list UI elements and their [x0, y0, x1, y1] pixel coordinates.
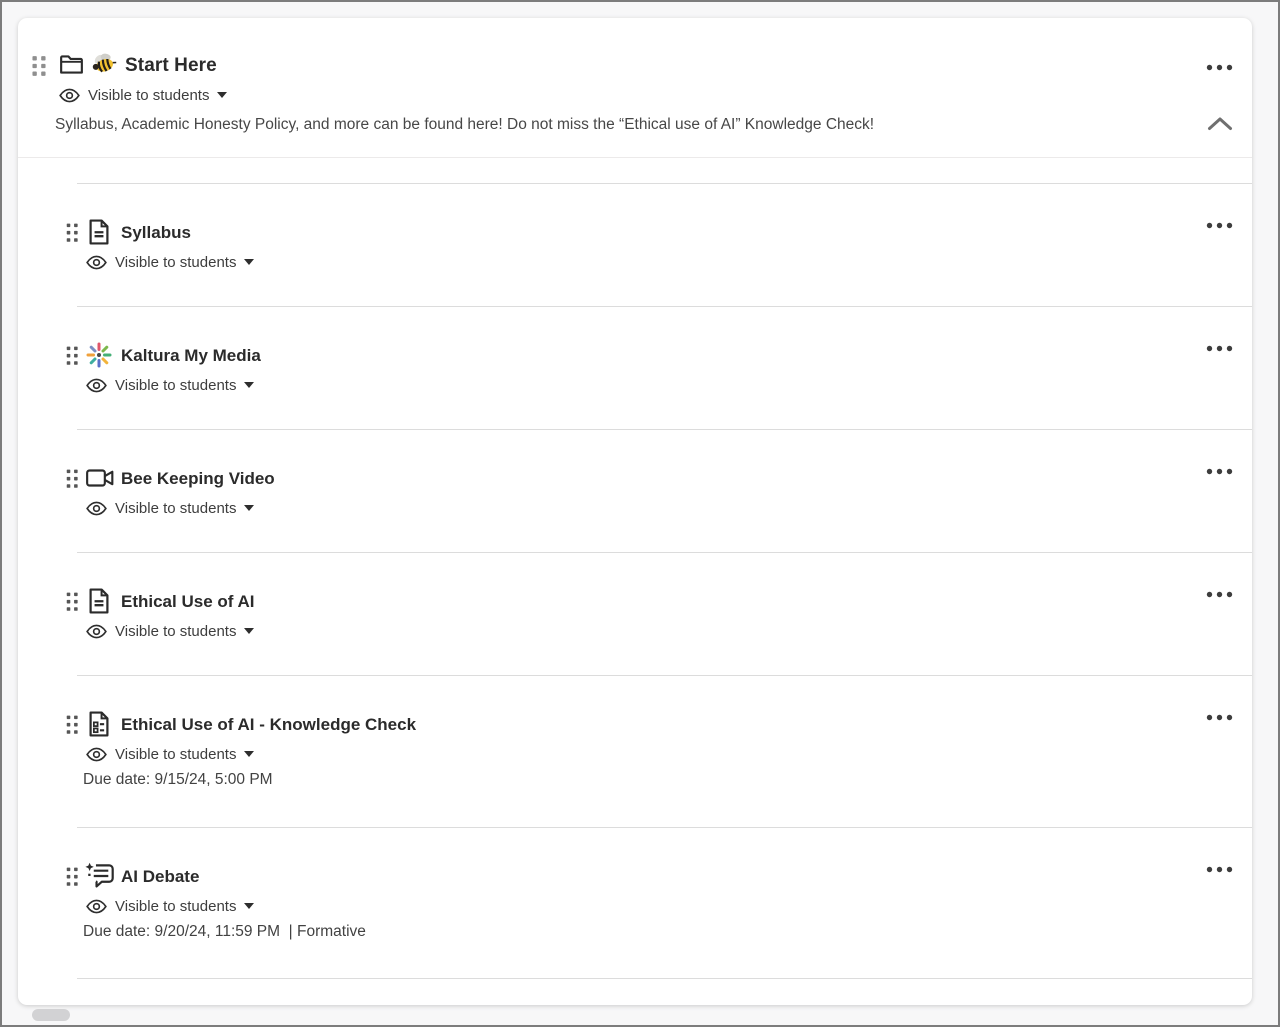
- due-date-text: Due date: 9/15/24, 5:00 PM: [83, 771, 273, 789]
- folder-options-button[interactable]: [1204, 56, 1234, 78]
- eye-icon: [86, 255, 107, 270]
- caret-down-icon: [244, 505, 254, 511]
- drag-handle[interactable]: [65, 866, 80, 888]
- document-icon: [85, 587, 113, 615]
- drag-handle[interactable]: [65, 591, 80, 613]
- item-options-button[interactable]: [1204, 583, 1234, 605]
- item-title[interactable]: Bee Keeping Video: [121, 465, 275, 493]
- item-title[interactable]: AI Debate: [121, 863, 199, 891]
- eye-icon: [86, 501, 107, 516]
- bee-emoji-icon: [91, 51, 118, 76]
- caret-down-icon: [244, 751, 254, 757]
- item-options-button[interactable]: [1204, 460, 1234, 482]
- visibility-label: Visible to students: [115, 898, 236, 915]
- discussion-icon: [85, 862, 113, 890]
- drag-handle[interactable]: [30, 54, 48, 78]
- video-camera-icon: [85, 464, 113, 492]
- ellipsis-icon: [1206, 345, 1233, 352]
- visibility-label: Visible to students: [88, 87, 209, 104]
- content-item-kaltura-my-media: Kaltura My Media Visible to students: [18, 307, 1252, 429]
- item-options-button[interactable]: [1204, 337, 1234, 359]
- caret-down-icon: [244, 628, 254, 634]
- caret-down-icon: [244, 259, 254, 265]
- eye-icon: [86, 747, 107, 762]
- item-visibility-dropdown[interactable]: Visible to students: [86, 497, 254, 519]
- caret-down-icon: [244, 382, 254, 388]
- quiz-document-icon: [85, 710, 113, 738]
- folder-icon: [58, 51, 85, 78]
- due-date-text: Due date: 9/20/24, 11:59 PM | Formative: [83, 923, 366, 941]
- eye-icon: [86, 378, 107, 393]
- document-icon: [85, 218, 113, 246]
- card-bottom-padding: [18, 979, 1252, 1003]
- content-item-ethical-use-of-ai: Ethical Use of AI Visible to students: [18, 553, 1252, 675]
- item-options-button[interactable]: [1204, 214, 1234, 236]
- ellipsis-icon: [1206, 866, 1233, 873]
- ellipsis-icon: [1206, 64, 1233, 71]
- drag-handle[interactable]: [65, 468, 80, 490]
- eye-icon: [86, 899, 107, 914]
- ellipsis-icon: [1206, 468, 1233, 475]
- item-visibility-dropdown[interactable]: Visible to students: [86, 620, 254, 642]
- visibility-label: Visible to students: [115, 377, 236, 394]
- item-options-button[interactable]: [1204, 706, 1234, 728]
- course-content-page: Start Here Visible to students S: [0, 0, 1280, 1027]
- collapse-folder-button[interactable]: [1202, 108, 1238, 138]
- folder-item-list: Syllabus Visible to students: [18, 158, 1252, 1003]
- start-here-folder-card: Start Here Visible to students S: [18, 18, 1252, 1005]
- visibility-label: Visible to students: [115, 254, 236, 271]
- folder-header: Start Here Visible to students S: [18, 18, 1252, 158]
- ellipsis-icon: [1206, 714, 1233, 721]
- kaltura-sunburst-icon: [85, 341, 113, 369]
- folder-description: Syllabus, Academic Honesty Policy, and m…: [55, 112, 1015, 137]
- visibility-label: Visible to students: [115, 746, 236, 763]
- drag-handle[interactable]: [65, 714, 80, 736]
- item-visibility-dropdown[interactable]: Visible to students: [86, 895, 254, 917]
- visibility-label: Visible to students: [115, 500, 236, 517]
- content-item-knowledge-check: Ethical Use of AI - Knowledge Check Visi…: [18, 676, 1252, 827]
- caret-down-icon: [244, 903, 254, 909]
- folder-visibility-dropdown[interactable]: Visible to students: [59, 84, 227, 106]
- visibility-label: Visible to students: [115, 623, 236, 640]
- drag-handle[interactable]: [65, 222, 80, 244]
- item-title[interactable]: Kaltura My Media: [121, 342, 261, 370]
- content-item-bee-keeping-video: Bee Keeping Video Visible to students: [18, 430, 1252, 552]
- item-options-button[interactable]: [1204, 858, 1234, 880]
- eye-icon: [59, 88, 80, 103]
- item-title[interactable]: Ethical Use of AI: [121, 588, 255, 616]
- drag-handle[interactable]: [65, 345, 80, 367]
- next-card-peek: [32, 1009, 70, 1021]
- item-visibility-dropdown[interactable]: Visible to students: [86, 251, 254, 273]
- item-visibility-dropdown[interactable]: Visible to students: [86, 374, 254, 396]
- content-item-syllabus: Syllabus Visible to students: [18, 184, 1252, 306]
- ellipsis-icon: [1206, 591, 1233, 598]
- chevron-up-icon: [1207, 116, 1233, 131]
- item-visibility-dropdown[interactable]: Visible to students: [86, 743, 254, 765]
- folder-title[interactable]: Start Here: [125, 51, 217, 81]
- content-item-ai-debate: AI Debate Visible to students: [18, 828, 1252, 978]
- item-title[interactable]: Syllabus: [121, 219, 191, 247]
- eye-icon: [86, 624, 107, 639]
- caret-down-icon: [217, 92, 227, 98]
- item-title[interactable]: Ethical Use of AI - Knowledge Check: [121, 711, 416, 739]
- ellipsis-icon: [1206, 222, 1233, 229]
